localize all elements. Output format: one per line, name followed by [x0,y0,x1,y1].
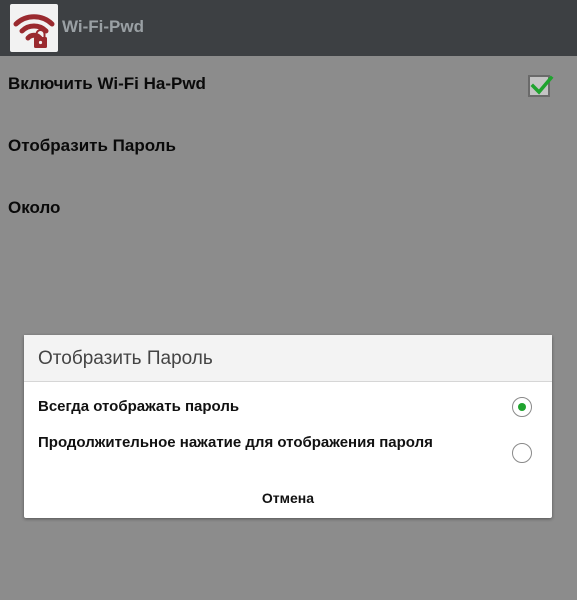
radio-button[interactable] [512,443,532,463]
radio-button-selected[interactable] [512,397,532,417]
dialog-title: Отобразить Пароль [38,348,213,369]
option-label: Всегда отображать пароль [38,398,240,415]
option-label: Продолжительное нажатие для отображения … [38,434,433,451]
option-always-show[interactable]: Всегда отображать пароль [24,396,552,422]
dialog-header: Отобразить Пароль [24,335,552,382]
option-long-press[interactable]: Продолжительное нажатие для отображения … [24,432,552,476]
pref-label: Отобразить Пароль [8,136,176,155]
preferences-list: Включить Wi-Fi На-Pwd Отобразить Пароль … [0,56,577,600]
pref-label: Около [8,198,61,217]
radio-dot [518,403,526,411]
checkmark-icon [530,75,554,95]
pref-enable-wifi-pwd[interactable]: Включить Wi-Fi На-Pwd [0,56,577,112]
show-password-dialog: Отобразить Пароль Всегда отображать паро… [24,335,552,518]
wifi-lock-icon [10,4,58,52]
enable-checkbox[interactable] [528,75,554,97]
pref-label: Включить Wi-Fi На-Pwd [8,74,206,93]
cancel-button[interactable]: Отмена [24,485,552,511]
pref-about[interactable]: Около [0,180,577,236]
app-title: Wi-Fi-Pwd [62,17,144,36]
pref-show-password[interactable]: Отобразить Пароль [0,118,577,174]
action-bar: Wi-Fi-Pwd [0,0,577,56]
